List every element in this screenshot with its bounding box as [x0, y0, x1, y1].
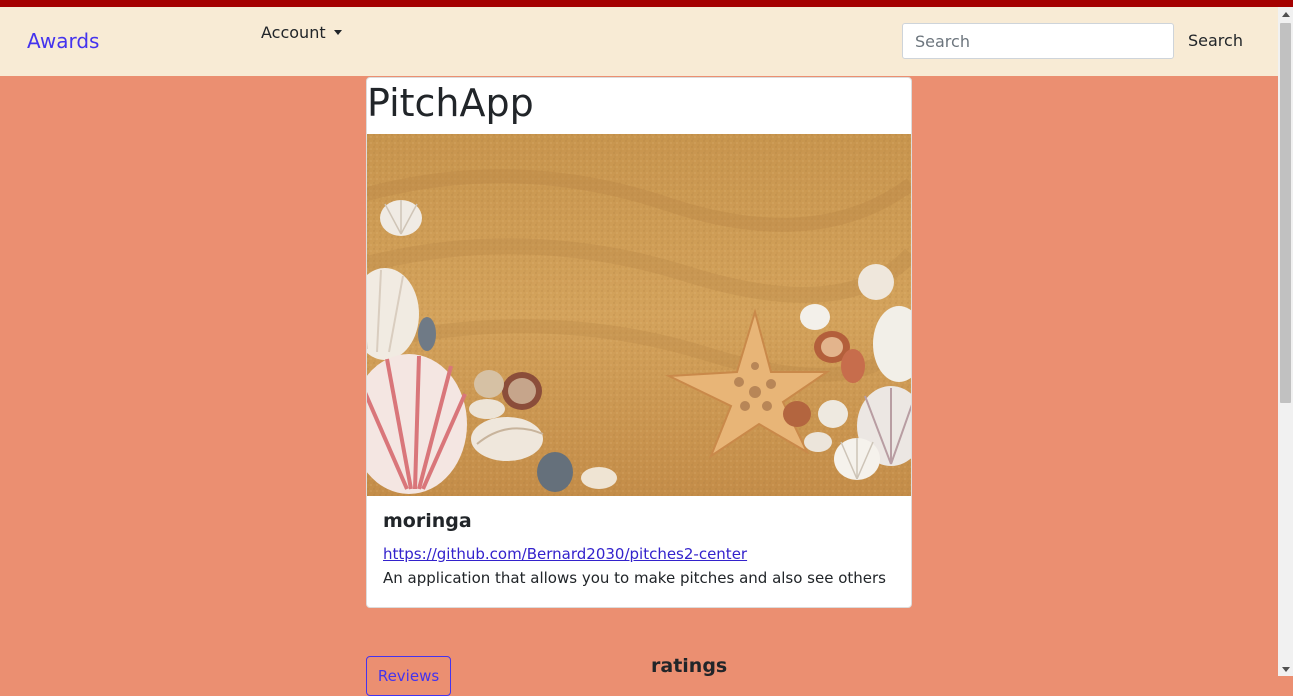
brand-link[interactable]: Awards	[27, 29, 99, 53]
project-link[interactable]: https://github.com/Bernard2030/pitches2-…	[383, 545, 747, 563]
project-title: PitchApp	[367, 81, 534, 125]
caret-down-icon	[333, 30, 342, 35]
project-card: PitchApp moringa https://github.com/Bern…	[366, 77, 912, 608]
navbar: Awards Account Search	[0, 7, 1278, 76]
search-button[interactable]: Search	[1188, 31, 1243, 50]
scrollbar-thumb[interactable]	[1280, 23, 1291, 403]
top-stripe	[0, 0, 1293, 7]
scroll-up-arrow-icon[interactable]	[1282, 12, 1290, 17]
project-description: An application that allows you to make p…	[383, 569, 886, 587]
account-dropdown[interactable]: Account	[261, 23, 342, 42]
vertical-scrollbar[interactable]	[1278, 7, 1293, 676]
account-label: Account	[261, 23, 326, 42]
project-name: moringa	[383, 510, 472, 532]
reviews-button[interactable]: Reviews	[366, 656, 451, 696]
scroll-down-arrow-icon[interactable]	[1282, 667, 1290, 672]
ratings-heading: ratings	[651, 655, 728, 677]
beach-seashells-image	[367, 134, 911, 496]
search-input[interactable]	[902, 23, 1174, 59]
